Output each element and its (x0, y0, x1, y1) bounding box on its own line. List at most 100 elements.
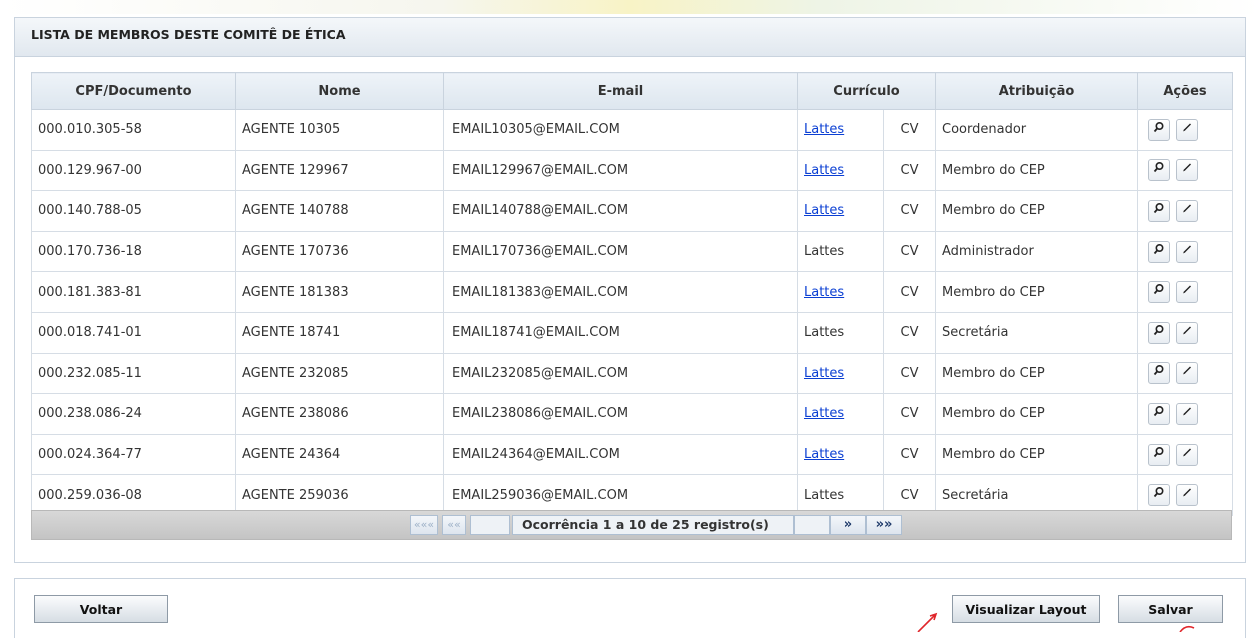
pencil-icon (1183, 326, 1192, 335)
cell-email: EMAIL24364@EMAIL.COM (443, 433, 798, 476)
cell-cv: CV (882, 109, 937, 151)
lattes-link[interactable]: Lattes (804, 366, 844, 381)
column-header-nome[interactable]: Nome (235, 72, 444, 110)
lattes-link[interactable]: Lattes (804, 406, 844, 421)
cell-lattes: Lattes (797, 433, 884, 476)
cell-lattes: Lattes (797, 393, 884, 435)
edit-button[interactable] (1176, 321, 1199, 344)
cell-email: EMAIL129967@EMAIL.COM (443, 149, 798, 192)
cell-cpf: 000.140.788-05 (31, 190, 236, 232)
cell-cpf: 000.238.086-24 (31, 393, 236, 435)
cell-cpf: 000.024.364-77 (31, 433, 236, 476)
pencil-icon (1183, 366, 1192, 375)
edit-button[interactable] (1176, 159, 1199, 182)
edit-button[interactable] (1176, 484, 1199, 507)
column-header-email[interactable]: E-mail (443, 72, 798, 110)
preview-layout-button[interactable]: Visualizar Layout (952, 595, 1100, 623)
edit-button[interactable] (1176, 443, 1199, 466)
view-button[interactable] (1148, 484, 1171, 507)
edit-button[interactable] (1176, 281, 1199, 304)
view-button[interactable] (1148, 362, 1171, 385)
magnifier-icon (1153, 202, 1164, 214)
lattes-link[interactable]: Lattes (804, 163, 844, 178)
last-page-button[interactable]: »» (866, 515, 902, 535)
save-button[interactable]: Salvar (1118, 595, 1223, 623)
members-panel: LISTA DE MEMBROS DESTE COMITÊ DE ÉTICA C… (14, 17, 1246, 563)
cell-atribuicao: Administrador (935, 230, 1139, 273)
table-row: 000.238.086-24 AGENTE 238086 EMAIL238086@E… (31, 393, 1234, 435)
column-header-cpf[interactable]: CPF/Documento (31, 72, 236, 110)
lattes-link[interactable]: Lattes (804, 447, 844, 462)
cell-cpf: 000.181.383-81 (31, 271, 236, 313)
next-page-button[interactable]: » (830, 515, 866, 535)
cell-actions (1137, 311, 1234, 354)
column-header-atribuicao[interactable]: Atribuição (935, 72, 1139, 110)
panel-title: LISTA DE MEMBROS DESTE COMITÊ DE ÉTICA (15, 18, 1245, 57)
pencil-icon (1183, 407, 1192, 416)
cell-actions (1137, 352, 1234, 395)
cell-atribuicao: Membro do CEP (935, 149, 1139, 192)
cell-cpf: 000.018.741-01 (31, 311, 236, 354)
cell-nome: AGENTE 238086 (235, 393, 444, 435)
edit-button[interactable] (1176, 240, 1199, 263)
view-button[interactable] (1148, 443, 1171, 466)
first-page-button[interactable]: ««« (410, 515, 438, 535)
edit-button[interactable] (1176, 362, 1199, 385)
cell-atribuicao: Membro do CEP (935, 190, 1139, 232)
cell-atribuicao: Coordenador (935, 109, 1139, 151)
lattes-link[interactable]: Lattes (804, 203, 844, 218)
cell-lattes: Lattes (797, 352, 884, 395)
magnifier-icon (1153, 487, 1164, 498)
cell-atribuicao: Secretária (935, 311, 1139, 354)
view-button[interactable] (1148, 118, 1171, 141)
view-button[interactable] (1148, 321, 1171, 344)
lattes-text: Lattes (804, 244, 845, 260)
cell-atribuicao: Membro do CEP (935, 433, 1139, 476)
cell-cv: CV (882, 190, 937, 232)
view-button[interactable] (1148, 402, 1171, 425)
edit-button[interactable] (1176, 118, 1199, 141)
cell-cv: CV (882, 271, 937, 313)
cell-nome: AGENTE 129967 (235, 149, 444, 192)
pencil-icon (1183, 245, 1192, 254)
cell-email: EMAIL10305@EMAIL.COM (443, 109, 798, 151)
magnifier-icon (1153, 365, 1164, 376)
magnifier-icon (1153, 284, 1164, 295)
cell-cpf: 000.129.967-00 (31, 149, 236, 192)
cell-actions (1137, 190, 1234, 232)
pagination-bar: ««« «« Ocorrência 1 a 10 de 25 registro(… (31, 510, 1232, 540)
cell-cpf: 000.170.736-18 (31, 230, 236, 273)
cell-email: EMAIL232085@EMAIL.COM (443, 352, 798, 395)
cell-lattes: Lattes (797, 230, 884, 273)
cell-email: EMAIL181383@EMAIL.COM (443, 271, 798, 313)
button-bar: Voltar Visualizar Layout Salvar (14, 578, 1246, 638)
back-button[interactable]: Voltar (34, 595, 168, 623)
cell-email: EMAIL18741@EMAIL.COM (443, 311, 798, 354)
view-button[interactable] (1148, 159, 1171, 182)
cell-actions (1137, 230, 1234, 273)
table-row: 000.010.305-58 AGENTE 10305 EMAIL10305@EMA… (31, 109, 1234, 151)
table-row: 000.018.741-01 AGENTE 18741 EMAIL18741@EMA… (31, 311, 1234, 354)
magnifier-icon (1153, 405, 1164, 417)
edit-button[interactable] (1176, 199, 1199, 222)
table-header-row: CPF/Documento Nome E-mail Currículo Atri… (31, 72, 1234, 110)
pencil-icon (1183, 285, 1192, 294)
cell-cv: CV (882, 433, 937, 476)
lattes-link[interactable]: Lattes (804, 285, 844, 300)
cell-cv: CV (882, 230, 937, 273)
cell-email: EMAIL238086@EMAIL.COM (443, 393, 798, 435)
lattes-text: Lattes (804, 487, 845, 503)
edit-button[interactable] (1176, 402, 1199, 425)
cell-cv: CV (882, 149, 937, 192)
pencil-icon (1183, 163, 1192, 172)
members-table: CPF/Documento Nome E-mail Currículo Atri… (31, 72, 1234, 516)
view-button[interactable] (1148, 199, 1171, 222)
cell-lattes: Lattes (797, 149, 884, 192)
cell-actions (1137, 271, 1234, 313)
previous-page-button[interactable]: «« (442, 515, 466, 535)
lattes-link[interactable]: Lattes (804, 122, 844, 137)
pencil-icon (1183, 488, 1192, 497)
cell-lattes: Lattes (797, 311, 884, 354)
view-button[interactable] (1148, 240, 1171, 263)
view-button[interactable] (1148, 281, 1171, 304)
